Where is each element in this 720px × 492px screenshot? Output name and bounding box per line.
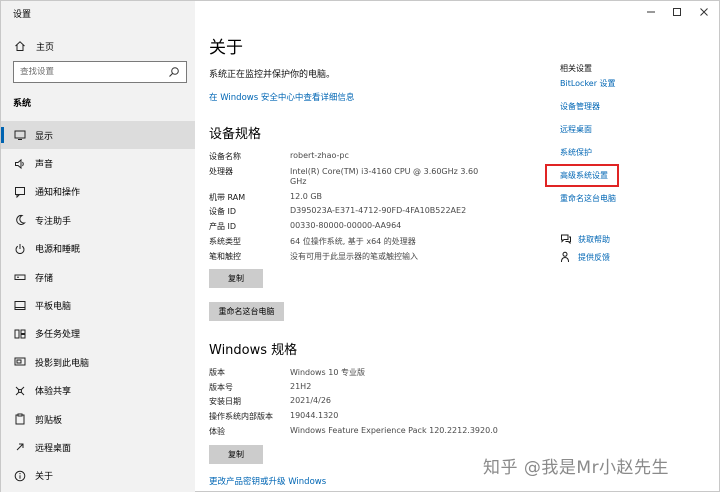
spec-label: 产品 ID	[209, 222, 237, 231]
window-title: 设置	[13, 10, 32, 20]
spec-value: Intel(R) Core(TM) i3-4160 CPU @ 3.60GHz …	[290, 167, 479, 176]
page-title: 关于	[209, 38, 243, 58]
home-nav-item[interactable]: 主页	[13, 38, 54, 54]
settings-window: 设置 主页 系统 显示 声音 通知和操作	[0, 0, 720, 492]
search-box[interactable]	[13, 61, 187, 83]
section-label: 系统	[13, 99, 32, 109]
home-label: 主页	[36, 42, 55, 53]
storage-icon	[14, 271, 26, 283]
sidebar-item-label: 远程桌面	[35, 443, 72, 454]
sidebar-item-about[interactable]: 关于	[1, 462, 195, 490]
sidebar-item-notifications[interactable]: 通知和操作	[1, 178, 195, 206]
sidebar-item-label: 投影到此电脑	[35, 358, 90, 369]
moon-icon	[14, 214, 26, 226]
sidebar-item-remote-desktop[interactable]: 远程桌面	[1, 433, 195, 461]
related-settings-heading: 相关设置	[560, 64, 592, 73]
home-icon	[13, 40, 27, 52]
spec-value: D395023A-E371-4712-90FD-4FA10B522AE2	[290, 206, 467, 215]
windows-spec-heading: Windows 规格	[209, 343, 298, 358]
win-spec-value: 21H2	[290, 382, 312, 391]
rename-this-pc-link[interactable]: 重命名这台电脑	[560, 193, 616, 204]
system-protection-link[interactable]: 系统保护	[560, 147, 592, 158]
win-spec-value: 2021/4/26	[290, 396, 332, 405]
give-feedback-link[interactable]: 提供反馈	[560, 251, 610, 263]
sidebar-item-label: 通知和操作	[35, 188, 81, 199]
bitlocker-settings-link[interactable]: BitLocker 设置	[560, 78, 616, 89]
project-icon	[14, 356, 26, 368]
win-spec-value: Windows Feature Experience Pack 120.2212…	[290, 426, 498, 435]
sidebar-item-label: 关于	[35, 472, 54, 483]
sidebar-item-focus-assist[interactable]: 专注助手	[1, 206, 195, 234]
copy-windows-spec-button[interactable]: 复制	[209, 445, 263, 464]
sidebar-item-label: 平板电脑	[35, 302, 72, 313]
get-help-link[interactable]: 获取帮助	[560, 233, 610, 245]
sidebar-item-label: 专注助手	[35, 216, 72, 227]
security-center-link[interactable]: 在 Windows 安全中心中查看详细信息	[209, 91, 354, 103]
spec-label: 处理器	[209, 167, 233, 176]
spec-label: 设备名称	[209, 152, 241, 161]
win-spec-label: 安装日期	[209, 397, 241, 406]
sidebar: 设置 主页 系统 显示 声音 通知和操作	[1, 1, 195, 492]
zhihu-watermark: 知乎 @我是Mr小赵先生	[483, 458, 670, 478]
sidebar-item-tablet[interactable]: 平板电脑	[1, 291, 195, 319]
help-chat-icon	[560, 233, 572, 245]
tablet-icon	[14, 300, 26, 312]
give-feedback-label: 提供反馈	[578, 252, 610, 262]
remote-icon	[14, 441, 26, 453]
share-icon	[14, 385, 26, 397]
sidebar-item-display[interactable]: 显示	[1, 121, 195, 150]
search-icon[interactable]	[168, 66, 180, 78]
spec-value: 没有可用于此显示器的笔或触控输入	[290, 252, 418, 261]
highlight-box	[545, 164, 619, 187]
power-icon	[14, 243, 26, 255]
win-spec-label: 版本	[209, 368, 225, 377]
clipboard-icon	[14, 413, 26, 425]
search-input[interactable]	[20, 67, 168, 77]
spec-value: 00330-80000-00000-AA964	[290, 221, 402, 230]
notification-icon	[14, 186, 26, 198]
speaker-icon	[14, 158, 26, 170]
sidebar-item-sound[interactable]: 声音	[1, 149, 195, 177]
spec-value: robert-zhao-pc	[290, 151, 349, 160]
win-spec-value: Windows 10 专业版	[290, 368, 365, 377]
multitask-icon	[14, 328, 26, 340]
sidebar-item-label: 显示	[35, 131, 54, 142]
device-manager-link[interactable]: 设备管理器	[560, 101, 600, 112]
sidebar-item-multitasking[interactable]: 多任务处理	[1, 320, 195, 348]
sidebar-item-shared-experiences[interactable]: 体验共享	[1, 377, 195, 405]
get-help-label: 获取帮助	[578, 234, 610, 244]
win-spec-value: 19044.1320	[290, 411, 339, 420]
spec-value: 64 位操作系统, 基于 x64 的处理器	[290, 237, 416, 246]
remote-desktop-link[interactable]: 远程桌面	[560, 124, 592, 135]
sidebar-item-label: 存储	[35, 273, 54, 284]
sidebar-item-label: 多任务处理	[35, 330, 81, 341]
win-spec-label: 操作系统内部版本	[209, 412, 273, 421]
sidebar-item-label: 电源和睡眠	[35, 245, 81, 256]
rename-pc-button[interactable]: 重命名这台电脑	[209, 302, 284, 321]
sidebar-item-label: 体验共享	[35, 387, 72, 398]
sidebar-item-label: 剪贴板	[35, 415, 63, 426]
feedback-person-icon	[560, 251, 572, 263]
sidebar-item-label: 声音	[35, 160, 54, 171]
device-spec-heading: 设备规格	[209, 127, 262, 142]
spec-value: 12.0 GB	[290, 192, 323, 201]
spec-label: 设备 ID	[209, 207, 237, 216]
spec-label: 系统类型	[209, 237, 241, 246]
sidebar-item-storage[interactable]: 存储	[1, 263, 195, 291]
protection-text: 系统正在监控并保护你的电脑。	[209, 70, 336, 80]
main-content: 关于 系统正在监控并保护你的电脑。 在 Windows 安全中心中查看详细信息 …	[195, 1, 720, 492]
monitor-icon	[14, 129, 26, 141]
info-icon	[14, 470, 26, 482]
sidebar-item-project[interactable]: 投影到此电脑	[1, 348, 195, 376]
copy-device-spec-button[interactable]: 复制	[209, 269, 263, 288]
change-product-key-link[interactable]: 更改产品密钥或升级 Windows	[209, 475, 326, 487]
spec-label: 机带 RAM	[209, 193, 246, 202]
win-spec-label: 体验	[209, 427, 225, 436]
sidebar-item-power[interactable]: 电源和睡眠	[1, 235, 195, 263]
spec-label: 笔和触控	[209, 252, 241, 261]
sidebar-nav: 显示 声音 通知和操作 专注助手 电源和睡眠 存储 平板电脑 多任务处理 投影到…	[1, 121, 195, 490]
spec-value-cont: GHz	[290, 177, 307, 186]
sidebar-item-clipboard[interactable]: 剪贴板	[1, 405, 195, 433]
win-spec-label: 版本号	[209, 383, 233, 392]
